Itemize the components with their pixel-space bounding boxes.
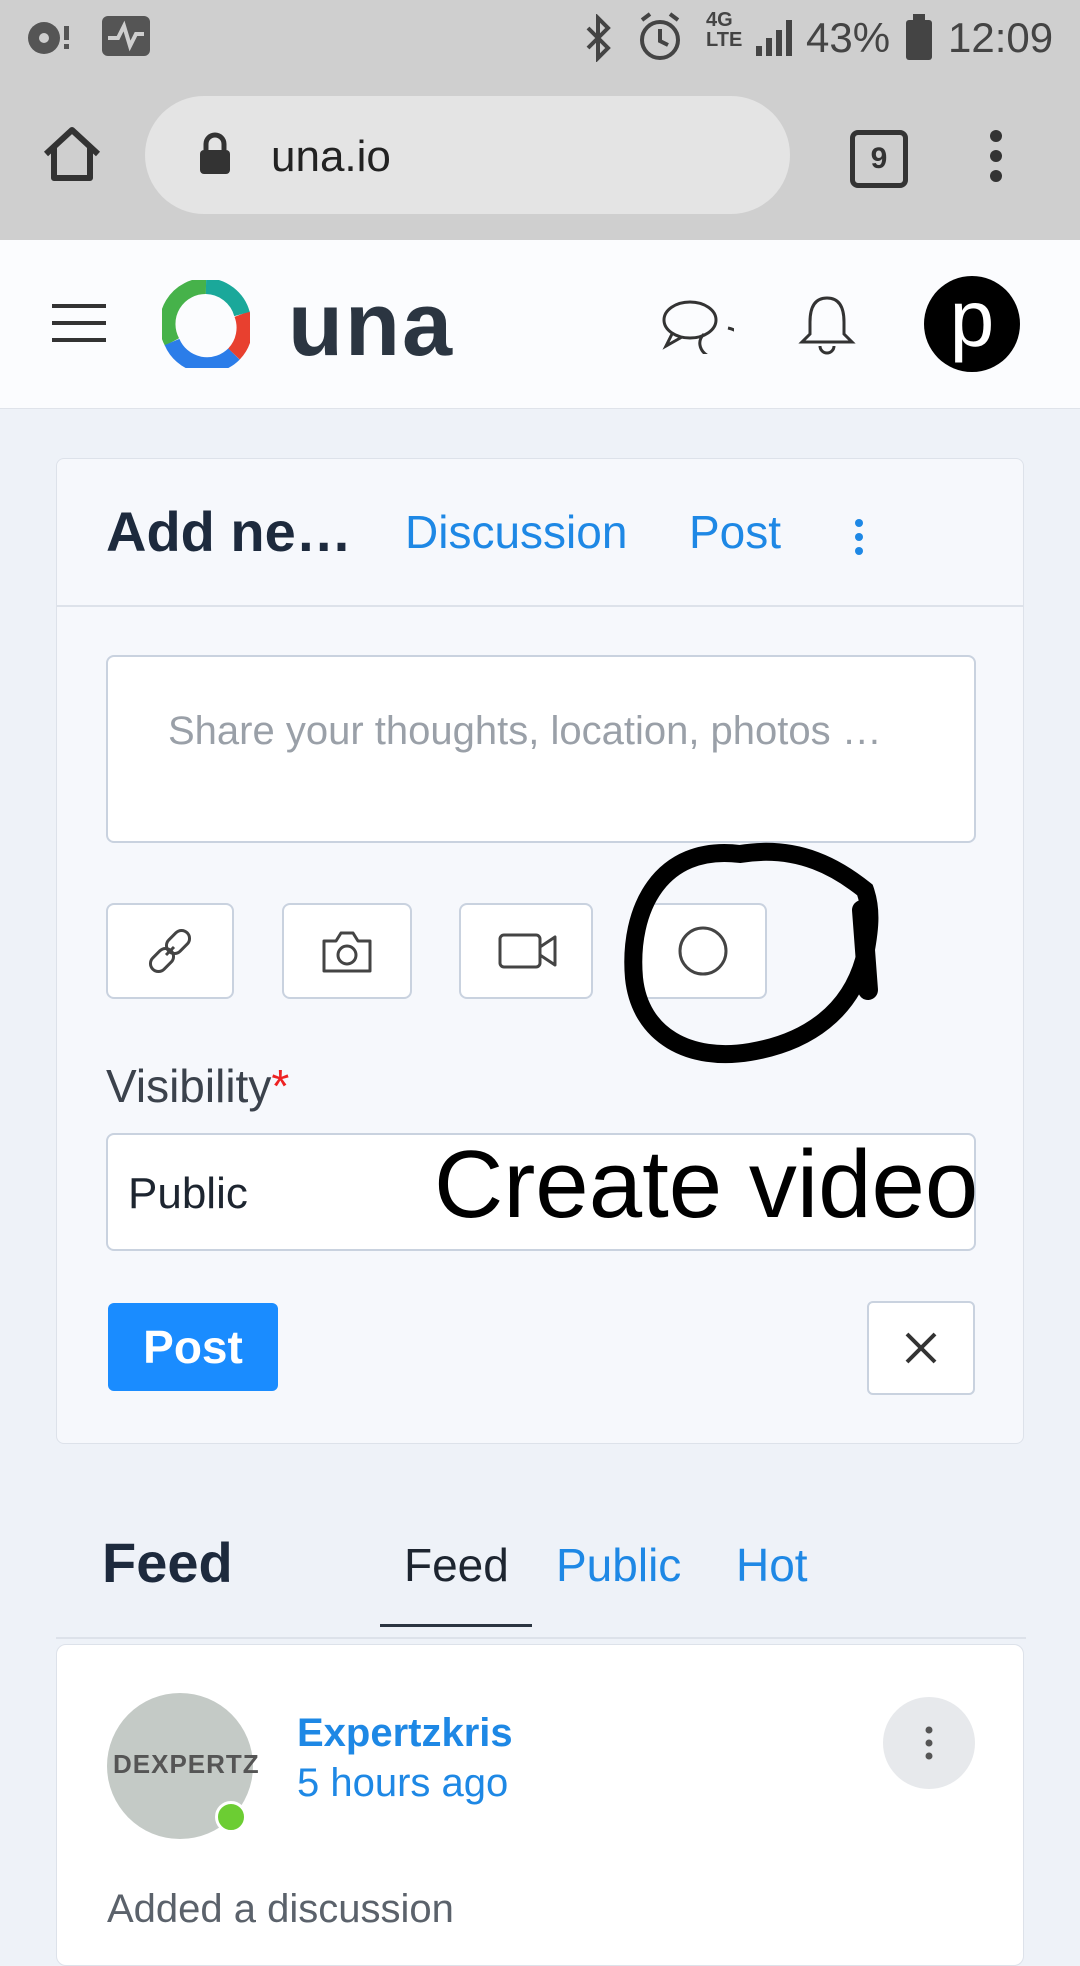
site-header: una p	[0, 240, 1080, 409]
tab-post[interactable]: Post	[689, 505, 781, 559]
hamburger-menu-icon[interactable]	[52, 302, 106, 344]
post-text-placeholder: Share your thoughts, location, photos …	[168, 709, 882, 753]
bell-icon[interactable]	[798, 292, 856, 356]
feed-item: DEXPERTZ Expertzkris 5 hours ago Added a…	[56, 1644, 1024, 1966]
camera-icon	[322, 931, 372, 973]
signal-icon	[756, 20, 792, 56]
feed-title: Feed	[102, 1531, 233, 1594]
visibility-value: Public	[128, 1169, 248, 1218]
active-tab-indicator	[380, 1624, 532, 1627]
item-menu-button[interactable]	[883, 1697, 975, 1789]
browser-toolbar: una.io 9	[0, 74, 1080, 241]
composer-title: Add ne…	[106, 500, 352, 563]
battery-icon	[906, 14, 932, 60]
url-text: una.io	[271, 132, 391, 181]
clock: 12:09	[948, 14, 1054, 61]
alarm-icon	[640, 12, 680, 60]
attach-video-button[interactable]	[459, 903, 593, 999]
more-vertical-icon[interactable]	[980, 126, 1012, 186]
visibility-label-text: Visibility	[106, 1060, 272, 1112]
media-icon	[28, 22, 69, 54]
composer-header: Add ne… Discussion Post	[57, 459, 1023, 607]
attach-photo-button[interactable]	[282, 903, 412, 999]
post-button[interactable]: Post	[108, 1303, 278, 1391]
link-icon	[148, 928, 192, 974]
messages-icon[interactable]	[660, 298, 734, 354]
tab-discussion[interactable]: Discussion	[405, 505, 627, 559]
required-asterisk: *	[271, 1060, 290, 1112]
post-text-input[interactable]: Share your thoughts, location, photos …	[106, 655, 976, 843]
attach-link-button[interactable]	[106, 903, 234, 999]
cancel-button[interactable]	[867, 1301, 975, 1395]
more-vertical-icon	[925, 1726, 933, 1760]
close-icon	[905, 1332, 937, 1364]
annotation-text: Create video	[434, 1131, 979, 1238]
status-bar: 4G LTE 43% 12:09	[0, 0, 1080, 74]
address-bar[interactable]: una.io	[145, 96, 790, 214]
post-time[interactable]: 5 hours ago	[297, 1761, 508, 1806]
online-status-dot	[215, 1801, 247, 1833]
una-logo-icon[interactable]	[162, 280, 250, 368]
annotation-circle-mark	[624, 842, 879, 1064]
lock-icon	[200, 132, 230, 174]
brand-name[interactable]: una	[288, 274, 454, 377]
author-name[interactable]: Expertzkris	[297, 1711, 513, 1756]
battery-percent: 43%	[806, 14, 891, 61]
user-avatar[interactable]: p	[924, 276, 1020, 372]
visibility-label: Visibility*	[106, 1059, 289, 1113]
video-icon	[498, 933, 557, 969]
item-action-text: Added a discussion	[107, 1887, 454, 1931]
feed-tab-public[interactable]: Public	[556, 1538, 681, 1592]
network-type: 4G LTE	[706, 9, 743, 51]
more-tabs-icon[interactable]	[853, 517, 865, 557]
author-avatar-logo: DEXPERTZ	[113, 1749, 260, 1779]
feed-tab-hot[interactable]: Hot	[736, 1538, 808, 1592]
feed-divider	[56, 1637, 1026, 1639]
home-icon[interactable]	[42, 124, 102, 184]
author-avatar[interactable]: DEXPERTZ	[107, 1693, 260, 1839]
tabs-button[interactable]: 9	[850, 130, 908, 188]
feed-tab-feed[interactable]: Feed	[404, 1538, 509, 1592]
activity-icon	[102, 16, 150, 56]
bluetooth-icon	[586, 14, 611, 62]
